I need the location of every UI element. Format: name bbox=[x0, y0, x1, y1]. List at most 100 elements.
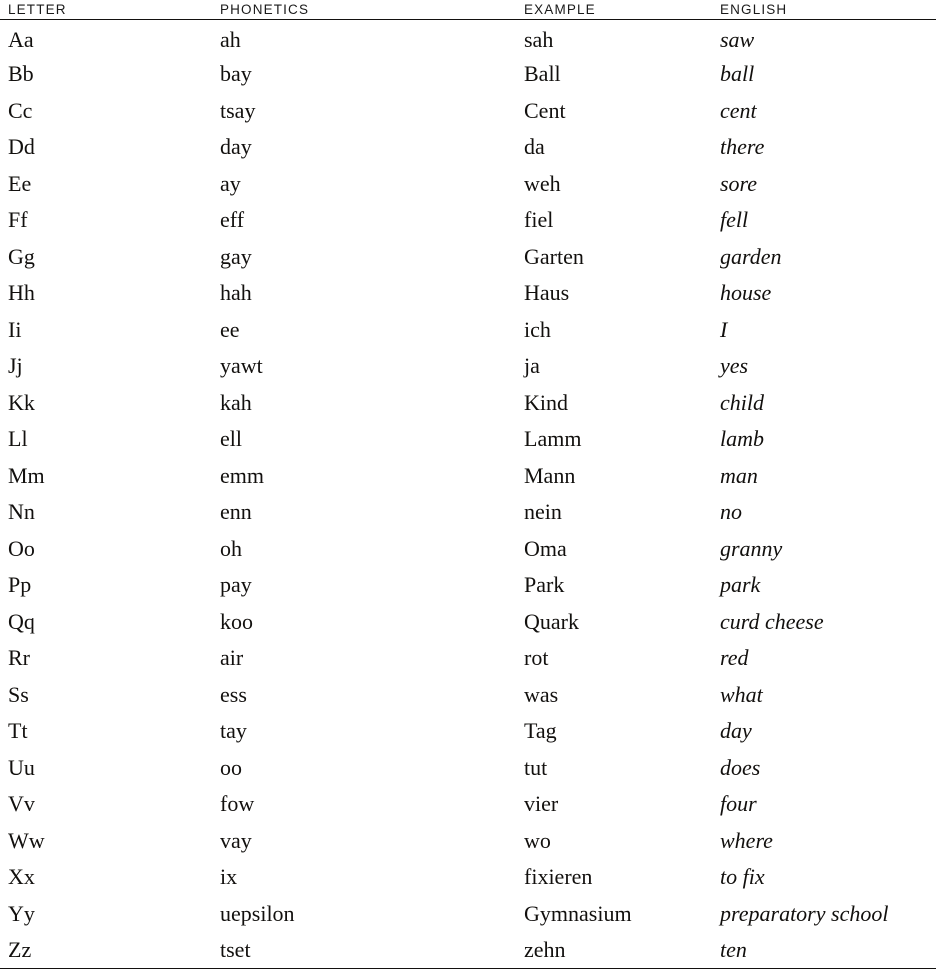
cell-english: there bbox=[720, 134, 765, 160]
cell-letter: Dd bbox=[8, 134, 35, 160]
cell-letter: Mm bbox=[8, 462, 45, 488]
cell-example: nein bbox=[524, 499, 562, 525]
table-header: LETTER PHONETICS EXAMPLE ENGLISH bbox=[0, 0, 936, 20]
cell-phonetics: ay bbox=[220, 170, 241, 196]
cell-example: vier bbox=[524, 791, 559, 817]
cell-english: granny bbox=[720, 535, 783, 561]
cell-letter: Ss bbox=[8, 681, 29, 707]
table-row: Oo oh Oma granny bbox=[0, 531, 936, 568]
cell-english: garden bbox=[720, 243, 782, 269]
cell-phonetics: ess bbox=[220, 681, 247, 707]
cell-example: ich bbox=[524, 316, 551, 342]
cell-english: no bbox=[720, 499, 742, 525]
cell-phonetics: tay bbox=[220, 718, 247, 744]
cell-letter: Ff bbox=[8, 207, 28, 233]
column-header-letter: LETTER bbox=[8, 2, 67, 17]
cell-example: sah bbox=[524, 26, 554, 52]
cell-example: Park bbox=[524, 572, 565, 598]
table-row: Nn enn nein no bbox=[0, 494, 936, 531]
cell-phonetics: day bbox=[220, 134, 252, 160]
cell-english: saw bbox=[720, 26, 755, 52]
cell-english: park bbox=[720, 572, 761, 598]
cell-example: Mann bbox=[524, 462, 576, 488]
cell-letter: Hh bbox=[8, 280, 35, 306]
table-row: Zz tset zehn ten bbox=[0, 932, 936, 969]
cell-english: four bbox=[720, 791, 757, 817]
cell-phonetics: air bbox=[220, 645, 244, 671]
table-row: Tt tay Tag day bbox=[0, 713, 936, 750]
cell-letter: Oo bbox=[8, 535, 35, 561]
cell-example: weh bbox=[524, 170, 561, 196]
table-footer bbox=[0, 968, 936, 969]
cell-letter: Ii bbox=[8, 316, 22, 342]
cell-example: Oma bbox=[524, 535, 567, 561]
cell-letter: Jj bbox=[8, 353, 23, 379]
cell-letter: Ww bbox=[8, 827, 45, 853]
table-row: Ee ay weh sore bbox=[0, 166, 936, 203]
cell-example: zehn bbox=[524, 937, 566, 962]
cell-phonetics: kah bbox=[220, 389, 252, 415]
cell-letter: Tt bbox=[8, 718, 28, 744]
cell-example: Cent bbox=[524, 97, 566, 123]
table-row: Gg gay Garten garden bbox=[0, 239, 936, 276]
cell-example: Lamm bbox=[524, 426, 582, 452]
cell-english: sore bbox=[720, 170, 758, 196]
cell-english: red bbox=[720, 645, 749, 671]
table-row: Ll ell Lamm lamb bbox=[0, 421, 936, 458]
table-row: Cc tsay Cent cent bbox=[0, 93, 936, 130]
cell-example: Quark bbox=[524, 608, 579, 634]
cell-phonetics: koo bbox=[220, 608, 253, 634]
table-row: Bb bay Ball ball bbox=[0, 56, 936, 93]
document-page: LETTER PHONETICS EXAMPLE ENGLISH Aa ah sah… bbox=[0, 0, 936, 971]
cell-example: fixieren bbox=[524, 864, 593, 890]
cell-letter: Nn bbox=[8, 499, 35, 525]
cell-letter: Vv bbox=[8, 791, 35, 817]
cell-phonetics: fow bbox=[220, 791, 255, 817]
cell-letter: Xx bbox=[8, 864, 35, 890]
cell-letter: Yy bbox=[8, 900, 35, 926]
cell-phonetics: tset bbox=[220, 937, 251, 962]
table-bottom-rule bbox=[0, 968, 936, 969]
cell-english: what bbox=[720, 681, 763, 707]
column-header-example: EXAMPLE bbox=[524, 2, 596, 17]
table-row: Mm emm Mann man bbox=[0, 458, 936, 495]
cell-phonetics: tsay bbox=[220, 97, 256, 123]
cell-example: fiel bbox=[524, 207, 554, 233]
table-row: Jj yawt ja yes bbox=[0, 348, 936, 385]
cell-english: I bbox=[720, 316, 728, 342]
cell-letter: Kk bbox=[8, 389, 35, 415]
cell-english: preparatory school bbox=[720, 900, 889, 926]
table-row: Qq koo Quark curd cheese bbox=[0, 604, 936, 641]
cell-example: Tag bbox=[524, 718, 557, 744]
cell-phonetics: bay bbox=[220, 61, 252, 87]
cell-english: yes bbox=[720, 353, 749, 379]
table-row: Aa ah sah saw bbox=[0, 20, 936, 57]
cell-letter: Ll bbox=[8, 426, 28, 452]
cell-english: to fix bbox=[720, 864, 765, 890]
table-row: Vv fow vier four bbox=[0, 786, 936, 823]
cell-example: da bbox=[524, 134, 545, 160]
cell-letter: Pp bbox=[8, 572, 32, 598]
cell-english: does bbox=[720, 754, 761, 780]
cell-letter: Gg bbox=[8, 243, 35, 269]
table-row: Ff eff fiel fell bbox=[0, 202, 936, 239]
cell-phonetics: pay bbox=[220, 572, 252, 598]
cell-letter: Rr bbox=[8, 645, 30, 671]
cell-english: man bbox=[720, 462, 758, 488]
cell-phonetics: oo bbox=[220, 754, 242, 780]
table-row: Kk kah Kind child bbox=[0, 385, 936, 422]
cell-example: Gymnasium bbox=[524, 900, 632, 926]
table-row: Pp pay Park park bbox=[0, 567, 936, 604]
cell-phonetics: hah bbox=[220, 280, 252, 306]
cell-example: wo bbox=[524, 827, 551, 853]
cell-phonetics: enn bbox=[220, 499, 252, 525]
cell-english: child bbox=[720, 389, 764, 415]
table-row: Dd day da there bbox=[0, 129, 936, 166]
cell-letter: Qq bbox=[8, 608, 35, 634]
table-row: Ii ee ich I bbox=[0, 312, 936, 349]
cell-example: Kind bbox=[524, 389, 568, 415]
cell-english: cent bbox=[720, 97, 757, 123]
cell-english: lamb bbox=[720, 426, 764, 452]
table-row: Ww vay wo where bbox=[0, 823, 936, 860]
cell-english: day bbox=[720, 718, 752, 744]
